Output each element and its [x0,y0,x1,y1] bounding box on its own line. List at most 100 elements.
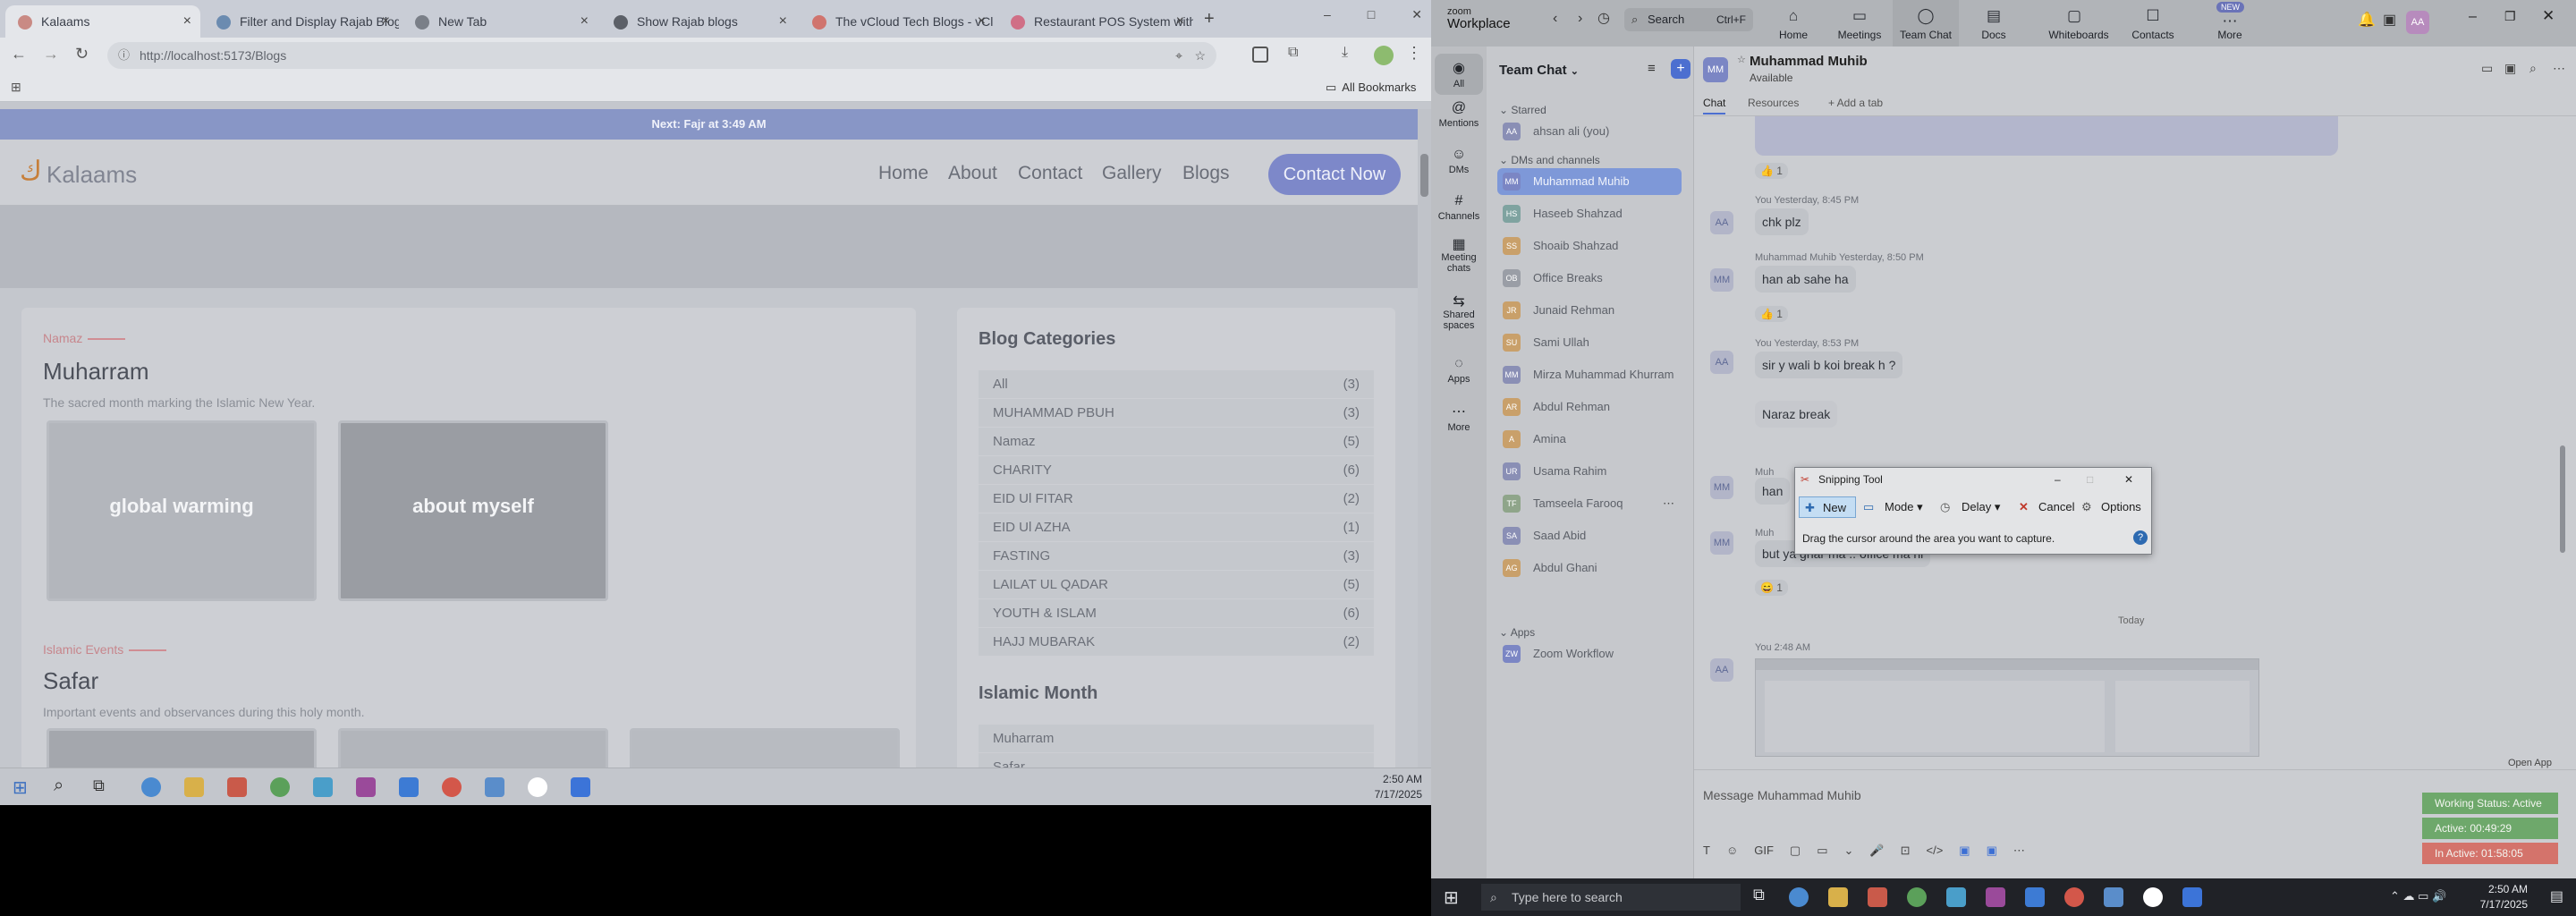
tab-new-tab[interactable]: New Tab × [402,5,597,38]
vscode-icon[interactable] [399,777,419,797]
chrome-icon[interactable] [2064,887,2084,907]
rail-apps[interactable]: ◌ Apps [1431,356,1487,385]
taskbar-search[interactable]: ⌕ Type here to search [1481,884,1741,911]
chevron-down-icon[interactable]: ⌄ [1844,844,1854,858]
nav-home[interactable]: Home [878,163,928,184]
reaction-chip[interactable]: 👍 1 [1755,306,1788,322]
image-attachment[interactable] [1755,116,2338,156]
rail-meeting-chats[interactable]: ▦ Meeting chats [1431,238,1487,275]
zoom-search[interactable]: ⌕ Search Ctrl+F [1624,8,1753,31]
store-icon[interactable] [227,777,247,797]
app-switch-icon[interactable]: ▣ [2383,11,2396,29]
app-icon[interactable] [1946,887,1966,907]
profile-avatar[interactable] [1374,46,1394,65]
category-item[interactable]: FASTING (3) [979,542,1374,570]
snip-options-button[interactable]: ⚙ Options [2078,496,2141,518]
scrollbar-thumb[interactable] [1420,154,1428,197]
close-icon[interactable]: × [779,5,787,38]
open-app-link[interactable]: Open App [2508,758,2552,768]
avatar[interactable]: AA [1710,211,1733,234]
search-icon[interactable]: ⌕ [2529,61,2537,76]
file-explorer-icon[interactable] [1828,887,1848,907]
windows-start-icon[interactable]: ⊞ [13,776,28,799]
snip-mode-button[interactable]: ▭ Mode ▾ [1861,496,1923,518]
microphone-icon[interactable]: 🎤 [1869,844,1884,858]
chat-item[interactable]: OB Office Breaks [1497,265,1682,292]
message-input[interactable]: Message Muhammad Muhib [1703,788,1861,802]
right-clock[interactable]: 2:50 AM 7/17/2025 [2480,882,2528,912]
category-item[interactable]: EID Ul AZHA (1) [979,513,1374,541]
nav-gallery[interactable]: Gallery [1102,163,1162,184]
chrome-icon[interactable] [270,777,290,797]
blog-post-card[interactable]: about myself [338,420,608,601]
chat-item[interactable]: A Amina [1497,426,1682,453]
category-item[interactable]: LAILAT UL QADAR (5) [979,571,1374,598]
chat-item[interactable]: HS Haseeb Shahzad [1497,200,1682,227]
windows-start-icon[interactable]: ⊞ [1444,886,1459,909]
chat-item[interactable]: TF Tamseela Farooq ⋯ [1497,490,1682,517]
close-window-button[interactable]: ✕ [2542,7,2555,25]
extensions-icon[interactable]: ⧉ [1288,45,1298,61]
screenshot-attachment[interactable] [1755,658,2259,757]
format-icon[interactable]: T [1703,844,1710,858]
close-icon[interactable]: × [382,5,390,38]
edge-icon[interactable] [1789,887,1809,907]
emoji-icon[interactable]: ☺ [1726,844,1738,858]
minimize-button[interactable]: – [2055,468,2061,491]
app-icon[interactable] [313,777,333,797]
all-bookmarks-link[interactable]: ▭ All Bookmarks [1326,81,1416,95]
site-info-icon[interactable]: ⓘ [118,42,130,69]
snip-delay-button[interactable]: ◷ Delay ▾ [1938,496,2000,518]
close-window-button[interactable]: ✕ [1411,7,1422,22]
tab-chat[interactable]: Chat [1703,97,1726,114]
minimize-button[interactable]: – [1324,7,1331,22]
nav-about[interactable]: About [948,163,997,184]
close-icon[interactable]: × [1176,5,1184,38]
file-icon[interactable]: ▢ [1790,844,1801,858]
tray-icons[interactable]: ⌃ ☁ ▭ 🔊 [2390,889,2446,903]
rail-more[interactable]: ⋯ More [1431,403,1487,433]
category-item[interactable]: HAJJ MUBARAK (2) [979,628,1374,656]
tab-kalaams[interactable]: Kalaams × [5,5,200,38]
site-logo[interactable]: Kalaams [47,161,137,189]
avatar[interactable]: MM [1710,268,1733,292]
dms-section[interactable]: ⌄ DMs and channels [1499,154,1600,166]
nav-contact[interactable]: Contact [1018,163,1082,184]
avatar[interactable]: MM [1703,57,1728,82]
bell-icon[interactable]: 🔔 [2358,11,2376,29]
quoted-message[interactable]: Naraz break [1755,401,1838,428]
chrome-icon[interactable] [442,777,462,797]
star-icon[interactable]: ☆ [1737,54,1746,65]
chat-item-self[interactable]: AA ahsan ali (you) [1497,118,1682,145]
task-view-icon[interactable]: ⧉ [1753,886,1765,904]
avatar[interactable]: AA [1710,658,1733,682]
tab-vcloud[interactable]: The vCloud Tech Blogs - vCl × [800,5,995,38]
screenshot-icon[interactable]: ▭ [1817,844,1827,858]
rail-channels[interactable]: # Channels [1431,193,1487,222]
blog-post-card[interactable] [338,728,608,768]
close-icon[interactable]: × [580,5,589,38]
browser-menu-icon[interactable]: ⋮ [1406,44,1422,63]
zoom-icon[interactable] [571,777,590,797]
video-message-icon[interactable]: ⊡ [1901,844,1911,858]
file-explorer-icon[interactable] [184,777,204,797]
chat-item[interactable]: AG Abdul Ghani [1497,555,1682,581]
chat-item-muhammad-muhib[interactable]: MM Muhammad Muhib [1497,168,1682,195]
blog-post-card[interactable] [630,728,900,768]
github-icon[interactable] [356,777,376,797]
location-icon[interactable]: ⌖ [1175,42,1182,69]
working-status-pill[interactable]: Working Status: Active [2422,793,2558,814]
message-text[interactable]: chk plz [1755,208,1809,235]
category-item[interactable]: Namaz (5) [979,428,1374,455]
chat-item[interactable]: JR Junaid Rehman [1497,297,1682,324]
logo-icon[interactable]: ﻙ [20,156,42,187]
zoom-icon[interactable] [2182,887,2202,907]
more-options-icon[interactable]: ⋯ [2553,61,2565,76]
search-icon[interactable]: ⌕ [54,776,64,796]
tab-show-rajab[interactable]: Show Rajab blogs × [601,5,796,38]
photos-icon[interactable] [485,777,504,797]
back-icon[interactable]: ‹ [1553,11,1557,27]
avatar[interactable]: MM [1710,476,1733,499]
maximize-button[interactable]: □ [2087,468,2093,491]
active-time-pill[interactable]: Active: 00:49:29 [2422,818,2558,839]
